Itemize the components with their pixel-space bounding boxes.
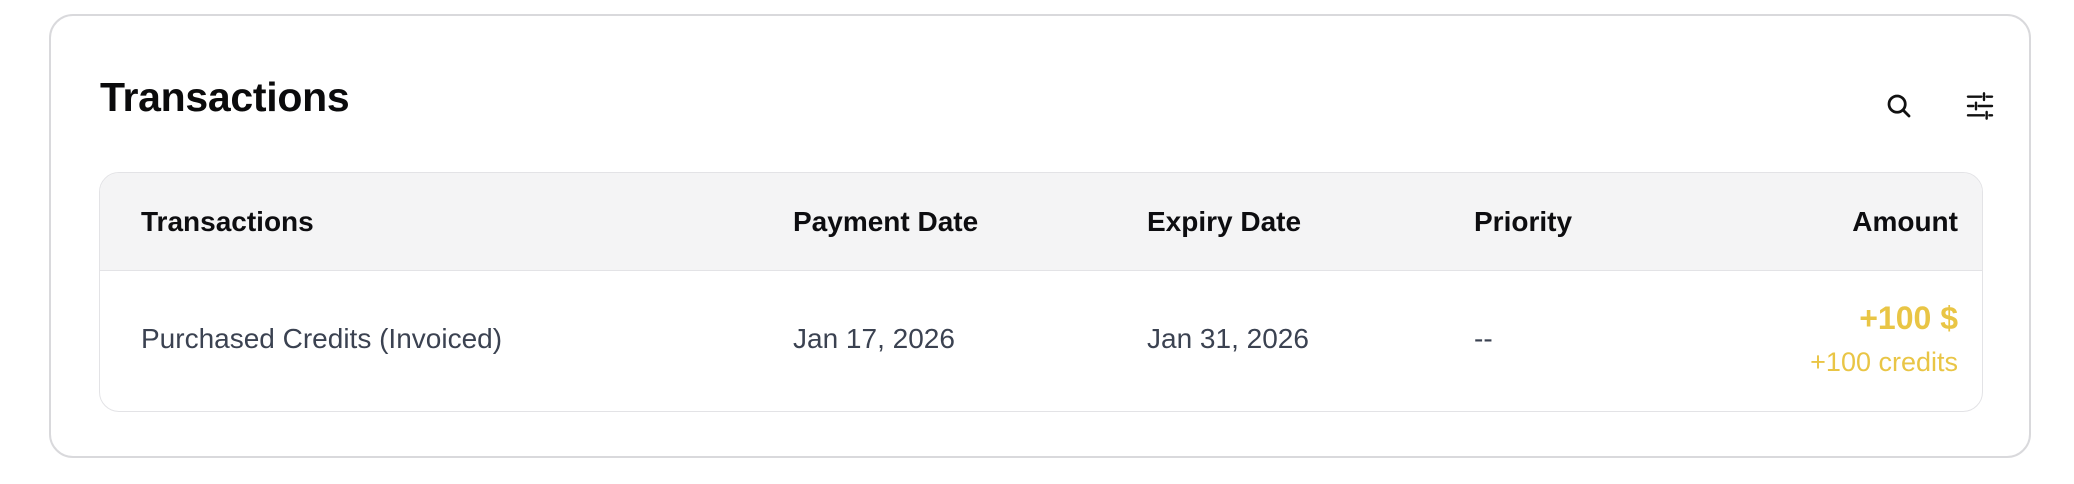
transactions-card: Transactions Transactions Payment Date E…	[49, 14, 2031, 458]
table-row[interactable]: Purchased Credits (Invoiced) Jan 17, 202…	[100, 271, 1982, 411]
expiry-date: Jan 31, 2026	[1147, 323, 1309, 354]
amount-value: +100 $	[1859, 300, 1958, 336]
column-header-amount[interactable]: Amount	[1852, 206, 1958, 238]
amount-credits: +100 credits	[1810, 347, 1958, 377]
sliders-icon	[1964, 90, 1996, 127]
column-header-expiry-date[interactable]: Expiry Date	[1147, 206, 1301, 238]
column-header-transactions[interactable]: Transactions	[141, 206, 314, 238]
priority: --	[1474, 323, 1493, 354]
filter-button[interactable]	[1956, 84, 2004, 132]
payment-date: Jan 17, 2026	[793, 323, 955, 354]
card-title: Transactions	[100, 74, 350, 120]
transactions-table: Transactions Payment Date Expiry Date Pr…	[99, 172, 1983, 412]
column-header-priority[interactable]: Priority	[1474, 206, 1572, 238]
search-icon	[1884, 91, 1914, 126]
table-header: Transactions Payment Date Expiry Date Pr…	[100, 173, 1982, 271]
search-button[interactable]	[1875, 84, 1923, 132]
transaction-name: Purchased Credits (Invoiced)	[141, 323, 503, 354]
column-header-payment-date[interactable]: Payment Date	[793, 206, 978, 238]
